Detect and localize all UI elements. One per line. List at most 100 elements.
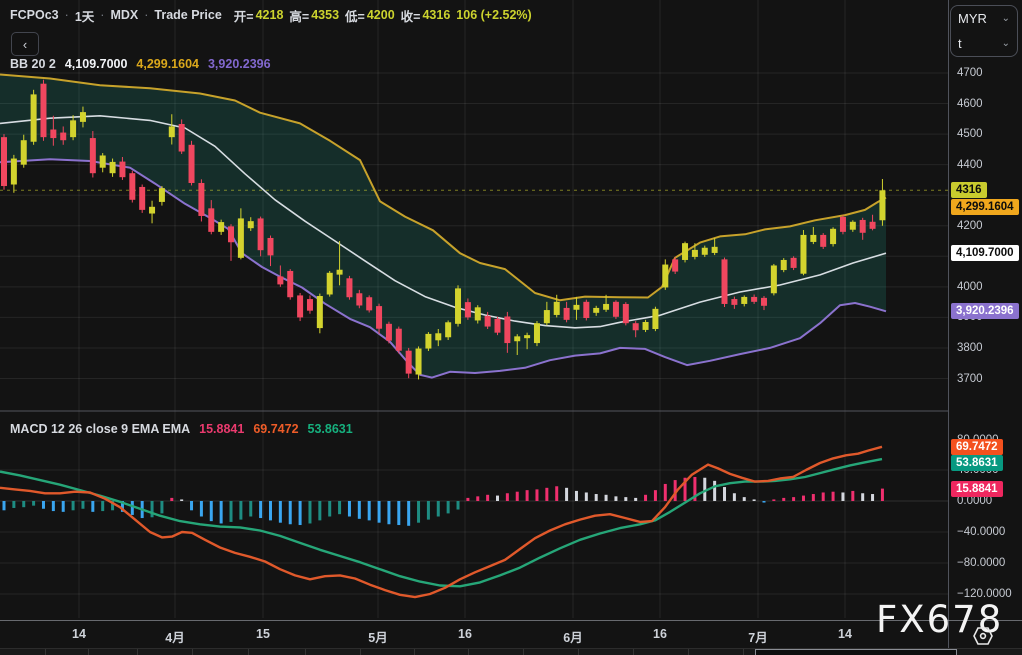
time-tick: 5月 [368,627,387,646]
chart-canvas[interactable] [0,0,948,648]
candle [850,222,856,230]
candle [652,309,658,329]
price-badge: 4,109.7000 [951,245,1019,261]
bollinger-legend[interactable]: BB 20 2 4,109.7000 4,299.1604 3,920.2396 [10,56,271,72]
candle [662,265,668,288]
strip-divider [633,649,634,655]
candle [731,299,737,305]
candle [327,273,333,295]
candle [840,217,846,232]
strip-divider [45,649,46,655]
chevron-down-icon: ⌄ [1002,13,1010,24]
candle [682,243,688,260]
symbol-name[interactable]: FCPOc3 [10,8,59,22]
candle [267,238,273,255]
price-badge: 4316 [951,182,987,198]
candle [791,258,797,268]
candle [317,296,323,328]
strip-divider [137,649,138,655]
time-tick: 15 [256,627,270,641]
candle [386,324,392,341]
candle [583,302,589,318]
candle [820,235,826,247]
candle [119,162,125,178]
macd-hist-value: 15.8841 [199,422,244,436]
bb-lower-value: 3,920.2396 [208,57,271,71]
strip-divider [688,649,689,655]
candle [169,126,175,137]
bottom-strip-highlight-box [755,649,957,655]
bb-title: BB 20 2 [10,57,56,71]
separator-dot: · [100,8,104,22]
candle [692,250,698,257]
candle [544,310,550,323]
price-axis[interactable]: 47004600450044004200400039003800370080.0… [948,0,1022,648]
candle [633,323,639,330]
strip-divider [305,649,306,655]
candle [218,222,224,232]
strip-divider [414,649,415,655]
time-tick: 4月 [165,627,184,646]
candle [465,302,471,317]
candle [514,336,520,341]
macd-signal-value: 53.8631 [308,422,353,436]
candle [593,308,599,313]
candle [287,271,293,297]
candle [80,112,86,122]
low-value: 4200 [367,8,395,22]
candle [40,84,46,137]
change-value: 106 (+2.52%) [456,8,531,22]
time-tick: 14 [72,627,86,641]
currency-select[interactable]: MYR ⌄ [951,6,1017,31]
candle [406,351,412,374]
time-tick: 7月 [748,627,767,646]
unit-value: t [958,36,962,51]
candle [189,145,195,183]
candle [1,137,7,186]
candle [554,302,560,315]
candle [258,218,264,250]
unit-select[interactable]: t ⌄ [951,31,1017,56]
candle [396,329,402,351]
candle [159,188,165,202]
candle [524,335,530,338]
candle [356,293,362,305]
strip-divider [360,649,361,655]
axis-label: −120.0000 [957,588,1012,600]
candle [800,235,806,274]
trading-chart-app: FCPOc3 · 1天 · MDX · Trade Price 开=4218 高… [0,0,1022,655]
candle [337,270,343,275]
candle [346,278,352,297]
price-badge: 3,920.2396 [951,303,1019,319]
macd-line-value: 69.7472 [253,422,298,436]
candle [781,260,787,270]
price-badge: 4,299.1604 [951,199,1019,215]
macd-badge: 53.8631 [951,455,1003,471]
candle [870,222,876,229]
candle [712,247,718,253]
candle [179,124,185,151]
time-axis[interactable]: 144月155月166月167月14 [0,620,1022,649]
candle [149,207,155,214]
axis-unit-selectors: MYR ⌄ t ⌄ [950,5,1018,57]
back-button[interactable]: ‹ [11,32,39,56]
candle [445,322,451,337]
macd-legend[interactable]: MACD 12 26 close 9 EMA EMA 15.8841 69.74… [10,421,353,437]
candle [139,187,145,210]
axis-label: 4600 [957,98,983,110]
interval-label[interactable]: 1天 [75,6,94,25]
candle [277,276,283,284]
macd-badge: 69.7472 [951,439,1003,455]
candle [534,323,540,343]
symbol-header: FCPOc3 · 1天 · MDX · Trade Price 开=4218 高… [10,6,532,24]
axis-label: 4700 [957,67,983,79]
candle [416,349,422,375]
separator-dot: · [65,8,69,22]
time-tick: 6月 [563,627,582,646]
bb-mid-value: 4,109.7000 [65,57,128,71]
bb-upper-value: 4,299.1604 [136,57,199,71]
bottom-strip [0,648,1022,655]
candle [70,120,76,137]
strip-divider [468,649,469,655]
high-value: 4353 [311,8,339,22]
